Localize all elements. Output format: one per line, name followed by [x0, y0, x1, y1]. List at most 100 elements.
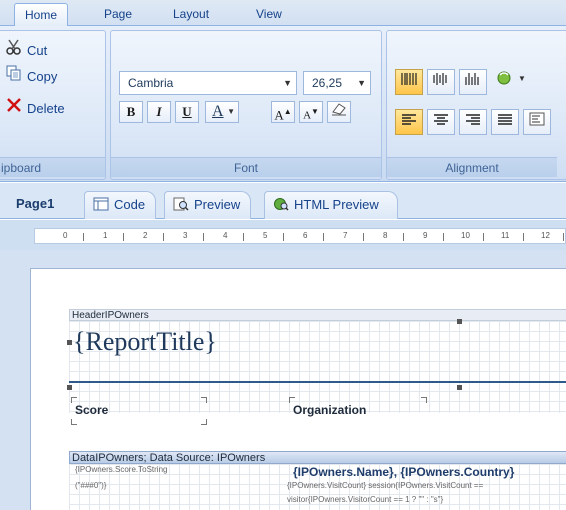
copy-label: Copy — [27, 69, 58, 84]
score-column-header[interactable]: Score — [75, 403, 108, 417]
svg-text:▼: ▼ — [518, 74, 526, 83]
barcode-align-icon[interactable] — [395, 69, 423, 95]
ruler-label: 9 — [423, 231, 428, 240]
clear-format-button[interactable] — [327, 101, 351, 123]
textbox-corner-marker — [201, 397, 207, 403]
chevron-down-icon: ▼ — [227, 107, 235, 116]
tab-code[interactable]: Code — [84, 191, 157, 219]
title-underline — [69, 381, 566, 383]
textbox-corner-marker — [201, 419, 207, 425]
textbox-corner-marker — [71, 397, 77, 403]
ruler-tick — [163, 233, 164, 241]
vertical-bottom-icon[interactable] — [459, 69, 487, 95]
font-size-value: 26,25 — [312, 76, 343, 90]
code-grid-icon — [93, 194, 109, 211]
scissors-icon — [5, 39, 23, 61]
selection-handle[interactable] — [457, 385, 462, 390]
ruler-tick — [523, 233, 524, 241]
tab-html-preview[interactable]: HTML Preview — [264, 191, 398, 219]
selection-handle[interactable] — [67, 385, 72, 390]
justify-icon[interactable] — [491, 109, 519, 135]
ruler-tick — [243, 233, 244, 241]
data-band-title[interactable]: DataIPOwners; Data Source: IPOwners — [69, 451, 566, 464]
organization-column-header[interactable]: Organization — [293, 403, 366, 417]
ruler-label: 11 — [501, 231, 510, 240]
font-size-select[interactable]: 26,25 ▼ — [303, 71, 371, 95]
alignment-group: ▼ Alignment — [386, 30, 566, 180]
font-family-select[interactable]: Cambria ▼ — [119, 71, 297, 95]
header-band-title[interactable]: HeaderIPOwners — [69, 309, 566, 321]
bold-button[interactable]: B — [119, 101, 143, 123]
tab-preview-label: Preview — [194, 197, 241, 212]
name-country-expression[interactable]: {IPOwners.Name}, {IPOwners.Country} — [293, 465, 514, 479]
font-color-label: A — [212, 103, 224, 120]
eraser-icon — [331, 103, 347, 119]
word-wrap-icon[interactable] — [523, 109, 551, 135]
visit-count-expression[interactable]: {IPOwners.VisitCount} session{IPOwners.V… — [287, 481, 483, 490]
tab-page[interactable]: Page — [94, 3, 142, 26]
ruler-tick — [403, 233, 404, 241]
ruler-label: 8 — [383, 231, 388, 240]
chevron-down-icon: ▼ — [357, 78, 366, 88]
italic-button[interactable]: I — [147, 101, 171, 123]
font-color-button[interactable]: A ▼ — [205, 101, 239, 123]
ruler-tick — [203, 233, 204, 241]
textbox-corner-marker — [71, 419, 77, 425]
rotate-text-icon[interactable]: ▼ — [491, 69, 531, 95]
ruler-label: 12 — [541, 231, 550, 240]
report-title-text[interactable]: {ReportTitle} — [73, 327, 217, 357]
delete-x-icon — [5, 97, 23, 119]
ruler-tick — [123, 233, 124, 241]
grow-font-button[interactable]: A▲ — [271, 101, 295, 123]
tab-html-preview-label: HTML Preview — [294, 197, 379, 212]
ribbon-body: Cut Copy Delete ipboard Cambria ▼ 26,25 … — [0, 26, 566, 182]
align-right-icon[interactable] — [459, 109, 487, 135]
ruler-label: 7 — [343, 231, 348, 240]
align-center-icon[interactable] — [427, 109, 455, 135]
align-left-icon[interactable] — [395, 109, 423, 135]
cut-button[interactable]: Cut — [5, 39, 47, 59]
shrink-font-button[interactable]: A▼ — [299, 101, 323, 123]
ribbon-tab-strip: Home Page Layout View — [0, 0, 566, 26]
tab-code-label: Code — [114, 197, 146, 212]
tab-layout[interactable]: Layout — [163, 3, 219, 26]
tab-preview[interactable]: Preview — [164, 191, 252, 219]
ruler-label: 2 — [143, 231, 148, 240]
ruler-tick — [283, 233, 284, 241]
ruler-tick — [563, 233, 564, 241]
selection-handle[interactable] — [457, 319, 462, 324]
textbox-corner-marker — [289, 397, 295, 403]
copy-button[interactable]: Copy — [5, 65, 57, 85]
clipboard-group: Cut Copy Delete ipboard — [0, 30, 106, 180]
visitor-count-expression[interactable]: visitor{IPOwners.VisitorCount == 1 ? "" … — [287, 495, 443, 504]
html-preview-globe-icon — [273, 194, 289, 211]
horizontal-ruler: 0 1 2 3 4 5 6 7 8 9 10 11 12 — [34, 228, 566, 244]
copy-icon — [5, 65, 23, 87]
ruler-label: 6 — [303, 231, 308, 240]
underline-button[interactable]: U — [175, 101, 199, 123]
ruler-area: 0 1 2 3 4 5 6 7 8 9 10 11 12 — [0, 220, 566, 250]
ruler-tick — [483, 233, 484, 241]
score-expression-line2[interactable]: ("###0")} — [75, 481, 106, 490]
cut-label: Cut — [27, 43, 48, 58]
chevron-down-icon: ▼ — [283, 78, 292, 88]
clipboard-group-label: ipboard — [0, 157, 105, 177]
vertical-center-icon[interactable] — [427, 69, 455, 95]
selection-handle[interactable] — [67, 340, 72, 345]
shrink-font-label: A — [303, 109, 312, 122]
design-canvas[interactable]: HeaderIPOwners {ReportTitle} Score Organ… — [0, 250, 566, 510]
ruler-tick — [83, 233, 84, 241]
delete-button[interactable]: Delete — [5, 97, 65, 117]
tab-view[interactable]: View — [246, 3, 292, 26]
tab-page1[interactable]: Page1 — [8, 191, 64, 219]
report-page[interactable]: HeaderIPOwners {ReportTitle} Score Organ… — [30, 268, 566, 510]
font-group: Cambria ▼ 26,25 ▼ B I U A ▼ A▲ A▼ Font — [110, 30, 382, 180]
ruler-label: 4 — [223, 231, 228, 240]
ruler-tick — [443, 233, 444, 241]
ruler-tick — [363, 233, 364, 241]
tab-home[interactable]: Home — [14, 3, 69, 26]
ruler-label: 10 — [461, 231, 470, 240]
ruler-label: 0 — [63, 231, 68, 240]
score-expression-line1[interactable]: {IPOwners.Score.ToString — [75, 465, 167, 474]
ruler-label: 3 — [183, 231, 188, 240]
